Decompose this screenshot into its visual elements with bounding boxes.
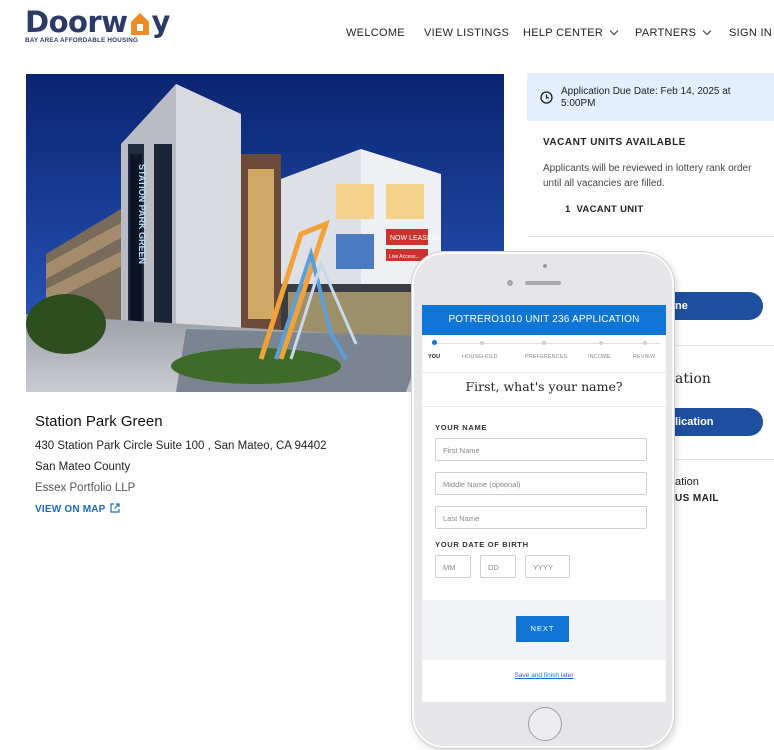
property-developer: Essex Portfolio LLP <box>35 482 136 494</box>
dob-day-input[interactable]: DD <box>480 555 516 578</box>
speaker-grille <box>525 281 561 285</box>
dob-year-input[interactable]: YYYY <box>525 555 570 578</box>
clock-icon <box>540 86 553 121</box>
external-link-icon <box>109 503 120 516</box>
view-on-map-label: VIEW ON MAP <box>35 504 106 515</box>
dob-month-input[interactable]: MM <box>435 555 471 578</box>
chevron-down-icon <box>609 26 619 36</box>
nav-partners-label: PARTNERS <box>635 27 697 39</box>
paper-application-heading: ation <box>675 371 711 387</box>
progress-steps: YOU HOUSEHOLD PREFERENCES INCOME REVIEW <box>422 335 666 373</box>
chevron-down-icon <box>703 26 712 36</box>
nav-welcome[interactable]: WELCOME <box>346 27 405 39</box>
dob-fields: MM DD YYYY <box>435 555 666 578</box>
vacant-units-section: VACANT UNITS AVAILABLE Applicants will b… <box>527 121 774 237</box>
progress-track <box>432 343 660 344</box>
leasing-banner-subtext: Live Access... <box>389 254 420 260</box>
phone-screen: POTRERO1010 UNIT 236 APPLICATION YOU HOU… <box>422 305 666 702</box>
dob-label: YOUR DATE OF BIRTH <box>435 540 529 549</box>
form-footer: NEXT <box>422 600 666 660</box>
phone-mockup: POTRERO1010 UNIT 236 APPLICATION YOU HOU… <box>412 252 674 748</box>
middle-name-input[interactable]: Middle Name (optional) <box>435 472 647 495</box>
step-preferences[interactable]: PREFERENCES <box>525 354 567 360</box>
us-mail-label: US MAIL <box>675 493 719 504</box>
nav-help-center[interactable]: HELP CENTER <box>523 26 619 39</box>
property-details: Station Park Green 430 Station Park Circ… <box>35 413 327 516</box>
your-name-label: YOUR NAME <box>435 423 488 432</box>
step-review[interactable]: REVIEW <box>633 354 655 360</box>
step-dot-you <box>432 340 437 345</box>
step-dot-income <box>599 341 603 345</box>
nav-sign-in[interactable]: SIGN IN <box>729 27 772 39</box>
nav-sign-in-label: SIGN IN <box>729 27 773 39</box>
step-dot-preferences <box>542 341 546 345</box>
name-form: YOUR NAME First Name Middle Name (option… <box>422 407 666 578</box>
last-name-input[interactable]: Last Name <box>435 506 647 529</box>
nav-view-listings[interactable]: VIEW LISTINGS <box>424 27 509 39</box>
application-header: POTRERO1010 UNIT 236 APPLICATION <box>422 305 666 335</box>
vacant-unit-count-number: 1 <box>565 204 571 215</box>
step-income[interactable]: INCOME <box>588 354 611 360</box>
vertical-sign-text: STATION PARK GREEN <box>137 164 147 264</box>
apply-online-button-label: ne <box>675 300 688 312</box>
first-name-input[interactable]: First Name <box>435 438 647 461</box>
vacant-unit-count-label: VACANT UNIT <box>576 204 644 215</box>
vacant-units-title: VACANT UNITS AVAILABLE <box>543 137 686 148</box>
vacant-unit-count: 1 VACANT UNIT <box>565 204 760 215</box>
save-and-finish-later-link[interactable]: Save and finish later <box>422 672 666 679</box>
now-leasing-banner-text: NOW LEASING <box>390 235 439 242</box>
view-on-map-link[interactable]: VIEW ON MAP <box>35 503 327 516</box>
top-nav: WELCOME VIEW LISTINGS HELP CENTER PARTNE… <box>0 26 774 41</box>
nav-view-listings-label: VIEW LISTINGS <box>424 27 510 39</box>
download-application-button-label: lication <box>675 416 714 428</box>
property-name: Station Park Green <box>35 413 163 430</box>
step-you[interactable]: YOU <box>428 354 440 360</box>
property-county: San Mateo County <box>35 461 131 473</box>
nav-help-center-label: HELP CENTER <box>523 27 604 39</box>
nav-welcome-label: WELCOME <box>346 27 405 39</box>
step-dot-review <box>643 341 647 345</box>
due-date-banner: Application Due Date: Feb 14, 2025 at 5:… <box>527 73 774 121</box>
submit-application-text: ation <box>675 476 699 488</box>
vacant-units-description: Applicants will be reviewed in lottery r… <box>543 163 752 189</box>
form-question: First, what's your name? <box>422 373 666 407</box>
nav-partners[interactable]: PARTNERS <box>635 26 712 39</box>
home-button[interactable] <box>528 707 562 741</box>
step-dot-household <box>480 341 484 345</box>
sensor-icon <box>507 280 513 286</box>
step-household[interactable]: HOUSEHOLD <box>462 354 498 360</box>
next-button[interactable]: NEXT <box>516 616 569 642</box>
property-address: 430 Station Park Circle Suite 100 , San … <box>35 440 327 452</box>
due-date-text: Application Due Date: Feb 14, 2025 at 5:… <box>561 86 731 109</box>
camera-icon <box>543 264 547 268</box>
